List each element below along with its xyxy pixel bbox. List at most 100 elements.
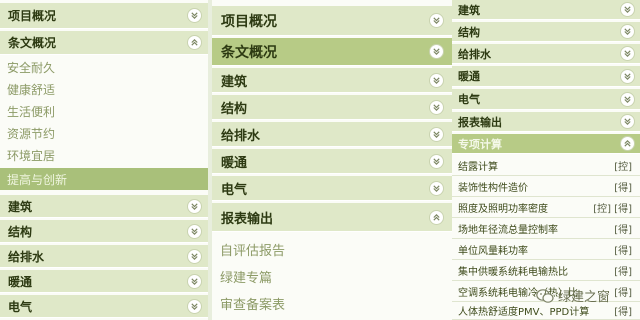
calc-item-unit-air-volume-power[interactable]: 单位风量耗功率 [得] <box>452 240 640 260</box>
nav-header-structure[interactable]: 结构 <box>452 22 640 42</box>
calc-item-tag: [得] <box>614 288 632 299</box>
clause-item-livable-environment[interactable]: 环境宜居 <box>0 145 208 165</box>
nav-header-water-supply-drainage[interactable]: 给排水 <box>452 44 640 64</box>
nav-header-project-overview[interactable]: 项目概况 <box>212 6 452 36</box>
calc-item-label: 结露计算 <box>458 162 498 173</box>
clause-item-health-comfort[interactable]: 健康舒适 <box>0 79 208 99</box>
calc-item-tag: [得] <box>614 307 632 318</box>
report-item-review-filing-form[interactable]: 审查备案表 <box>212 291 452 315</box>
chevron-down-icon[interactable] <box>620 24 635 39</box>
left-navigation-panel: 项目概况 条文概况 安全耐久 健康舒适 生活便利 资源节约 环境宜居 提高与创新… <box>0 0 208 320</box>
nav-header-label: 给排水 <box>221 128 261 144</box>
calc-item-tag: [得] <box>614 246 632 257</box>
chevron-up-icon[interactable] <box>187 35 202 50</box>
calc-item-tag: [得] <box>614 267 632 278</box>
chevron-down-icon[interactable] <box>429 180 444 196</box>
chevron-down-icon[interactable] <box>187 273 202 289</box>
calc-item-decorative-component-cost[interactable]: 装饰性构件造价 [得] <box>452 177 640 197</box>
chevron-down-icon[interactable] <box>620 91 635 107</box>
calc-item-tag: [得] <box>614 225 632 236</box>
report-item-label: 自评估报告 <box>220 243 286 259</box>
report-item-green-building-chapter[interactable]: 绿建专篇 <box>212 264 452 288</box>
nav-header-label: 条文概况 <box>8 36 57 50</box>
nav-header-label: 给排水 <box>8 249 45 264</box>
chevron-down-icon[interactable] <box>187 8 202 23</box>
nav-header-electrical[interactable]: 电气 <box>212 176 452 201</box>
calc-item-label: 场地年径流总量控制率 <box>458 225 558 236</box>
chevron-down-icon[interactable] <box>620 114 635 129</box>
chevron-down-icon[interactable] <box>429 72 444 88</box>
nav-header-label: 建筑 <box>221 74 248 90</box>
nav-header-structure[interactable]: 结构 <box>0 220 208 243</box>
nav-header-report-output[interactable]: 报表输出 <box>212 203 452 232</box>
chevron-down-icon[interactable] <box>187 298 202 314</box>
calc-item-label: 照度及照明功率密度 <box>458 204 548 215</box>
calc-item-label: 人体热舒适度PMV、PPD计算 <box>458 307 590 318</box>
nav-header-label: 暖通 <box>458 70 480 83</box>
nav-header-label: 暖通 <box>221 155 248 171</box>
nav-header-hvac[interactable]: 暖通 <box>0 270 208 293</box>
nav-header-label: 电气 <box>458 93 480 106</box>
nav-header-report-output[interactable]: 报表输出 <box>452 112 640 132</box>
calc-item-label: 集中供暖系统耗电输热比 <box>458 267 568 278</box>
nav-header-electrical[interactable]: 电气 <box>0 295 208 318</box>
clause-item-resource-saving[interactable]: 资源节约 <box>0 123 208 143</box>
chevron-down-icon[interactable] <box>429 13 444 28</box>
clause-item-label: 环境宜居 <box>7 148 56 163</box>
nav-header-hvac[interactable]: 暖通 <box>452 66 640 87</box>
chevron-down-icon[interactable] <box>187 198 202 214</box>
chevron-down-icon[interactable] <box>620 46 635 61</box>
nav-header-label: 条文概况 <box>221 44 277 61</box>
report-item-self-assessment[interactable]: 自评估报告 <box>212 237 452 261</box>
nav-header-water-supply-drainage[interactable]: 给排水 <box>0 245 208 268</box>
chevron-up-icon[interactable] <box>429 209 444 225</box>
nav-header-structure[interactable]: 结构 <box>212 95 452 120</box>
nav-header-architecture[interactable]: 建筑 <box>212 68 452 93</box>
nav-header-label: 报表输出 <box>458 115 502 129</box>
clause-item-improvement-innovation[interactable]: 提高与创新 <box>0 168 208 190</box>
clause-item-label: 提高与创新 <box>7 172 68 187</box>
calc-item-condensation[interactable]: 结露计算 [控] <box>452 156 640 176</box>
nav-header-label: 建筑 <box>458 3 480 17</box>
clause-item-safety-durability[interactable]: 安全耐久 <box>0 57 208 77</box>
report-item-label: 审查备案表 <box>220 297 286 313</box>
watermark: 绿建之窗 <box>536 286 610 305</box>
calc-item-tag: [控] <box>614 162 632 173</box>
nav-header-special-calculation[interactable]: 专项计算 <box>452 134 640 154</box>
chevron-down-icon[interactable] <box>187 248 202 264</box>
nav-header-label: 项目概况 <box>221 13 277 30</box>
chevron-down-icon[interactable] <box>429 153 444 169</box>
nav-header-project-overview[interactable]: 项目概况 <box>0 3 208 29</box>
nav-header-label: 电气 <box>8 299 33 314</box>
middle-navigation-panel: 项目概况 条文概况 建筑 结构 给排水 暖通 电气 报表输出 自评估报告 绿建专… <box>212 0 452 320</box>
nav-header-label: 建筑 <box>8 199 33 214</box>
calc-item-label: 装饰性构件造价 <box>458 183 528 194</box>
chevron-down-icon[interactable] <box>429 99 444 115</box>
watermark-text: 绿建之窗 <box>558 290 611 305</box>
calc-item-site-runoff-control[interactable]: 场地年径流总量控制率 [得] <box>452 219 640 239</box>
nav-header-clauses-overview[interactable]: 条文概况 <box>0 31 208 55</box>
calc-item-illuminance-lighting-power[interactable]: 照度及照明功率密度 [控] [得] <box>452 198 640 218</box>
calc-item-label: 单位风量耗功率 <box>458 246 528 257</box>
chevron-down-icon[interactable] <box>620 68 635 84</box>
nav-header-label: 报表输出 <box>221 211 274 227</box>
chevron-down-icon[interactable] <box>187 223 202 239</box>
nav-header-architecture[interactable]: 建筑 <box>0 195 208 218</box>
nav-header-hvac[interactable]: 暖通 <box>212 149 452 174</box>
nav-header-label: 暖通 <box>8 274 33 289</box>
nav-header-clauses-overview[interactable]: 条文概况 <box>212 38 452 66</box>
nav-header-label: 专项计算 <box>458 137 502 151</box>
nav-header-label: 结构 <box>8 224 33 239</box>
chevron-down-icon[interactable] <box>429 44 444 59</box>
clause-item-convenience[interactable]: 生活便利 <box>0 101 208 121</box>
clause-item-label: 生活便利 <box>7 104 56 119</box>
nav-header-water-supply-drainage[interactable]: 给排水 <box>212 122 452 147</box>
nav-header-label: 电气 <box>221 182 248 198</box>
chevron-down-icon[interactable] <box>620 2 635 17</box>
nav-header-architecture[interactable]: 建筑 <box>452 0 640 20</box>
chevron-down-icon[interactable] <box>429 126 444 142</box>
chevron-up-icon[interactable] <box>620 136 635 151</box>
clause-item-label: 安全耐久 <box>7 60 56 75</box>
calc-item-central-heating-ratio[interactable]: 集中供暖系统耗电输热比 [得] <box>452 261 640 281</box>
nav-header-electrical[interactable]: 电气 <box>452 89 640 110</box>
